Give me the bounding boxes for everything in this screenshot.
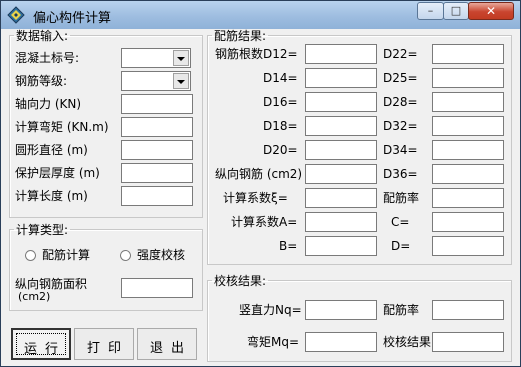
minimize-icon: –	[427, 4, 434, 17]
mq-label: 弯矩Mq=	[247, 335, 300, 349]
concrete-grade-select[interactable]	[121, 48, 191, 68]
diameter-label: 圆形直径 (m)	[15, 143, 88, 157]
steel-area-label: 纵向钢筋面积	[15, 277, 88, 291]
steel-grade-select[interactable]	[121, 71, 191, 91]
b-label: B=	[279, 239, 298, 253]
d16-label: D16=	[263, 95, 298, 109]
check-group-title: 校核结果:	[214, 274, 267, 288]
d22-label: D22=	[383, 47, 418, 61]
long-steel-output[interactable]	[305, 164, 377, 184]
concrete-grade-label: 混凝土标号:	[15, 51, 80, 65]
c-output[interactable]	[432, 212, 504, 232]
coef-xi-label: 计算系数ξ=	[223, 191, 288, 205]
ratio-label: 配筋率	[383, 191, 420, 205]
maximize-icon: □	[450, 4, 462, 17]
c-label: C=	[391, 215, 410, 229]
steel-grade-dropdown-button[interactable]	[173, 73, 189, 89]
strength-check-radio-label[interactable]: 强度校核	[137, 248, 185, 262]
check-result-label: 校核结果	[383, 335, 432, 349]
input-group-title: 数据输入:	[16, 29, 69, 43]
window-title: 偏心构件计算	[33, 11, 112, 26]
long-steel-label: 纵向钢筋 (cm2)	[215, 167, 303, 181]
run-button-label: 运行	[23, 342, 66, 357]
d16-output[interactable]	[305, 92, 377, 112]
d32-label: D32=	[383, 119, 418, 133]
d36-output[interactable]	[432, 164, 504, 184]
d14-output[interactable]	[305, 68, 377, 88]
coef-a-label: 计算系数A=	[231, 215, 298, 229]
moment-label: 计算弯矩 (KN.m)	[15, 120, 109, 134]
minimize-button[interactable]: –	[417, 2, 444, 20]
run-button[interactable]: 运行	[11, 328, 71, 360]
d12-label: 钢筋根数D12=	[215, 47, 298, 61]
ratio-output[interactable]	[432, 188, 504, 208]
length-label: 计算长度 (m)	[15, 189, 88, 203]
strength-check-radio[interactable]	[120, 250, 131, 261]
d-label: D=	[391, 239, 411, 253]
d14-label: D14=	[263, 71, 298, 85]
d18-output[interactable]	[305, 116, 377, 136]
print-button[interactable]: 打印	[74, 328, 134, 360]
close-button[interactable]: ✕	[468, 2, 514, 20]
check-ratio-output[interactable]	[432, 300, 504, 320]
coef-a-output[interactable]	[305, 212, 377, 232]
d25-output[interactable]	[432, 68, 504, 88]
d34-label: D34=	[383, 143, 418, 157]
d20-output[interactable]	[305, 140, 377, 160]
print-button-label: 打印	[86, 341, 129, 356]
check-ratio-label: 配筋率	[383, 303, 420, 317]
d28-output[interactable]	[432, 92, 504, 112]
check-result-output[interactable]	[432, 332, 504, 352]
result-group-title: 配筋结果:	[214, 29, 267, 43]
d36-label: D36=	[383, 167, 418, 181]
length-input[interactable]	[121, 186, 193, 206]
concrete-grade-dropdown-button[interactable]	[173, 50, 189, 66]
coef-xi-output[interactable]	[305, 188, 377, 208]
cover-label: 保护层厚度 (m)	[15, 166, 100, 180]
exit-button-label: 退出	[149, 341, 192, 356]
steel-area-input[interactable]	[121, 278, 193, 298]
chevron-down-icon	[177, 80, 185, 84]
d28-label: D28=	[383, 95, 418, 109]
chevron-down-icon	[177, 57, 185, 61]
d22-output[interactable]	[432, 44, 504, 64]
d12-output[interactable]	[305, 44, 377, 64]
steel-area-unit-label: (cm2)	[18, 290, 51, 303]
reinforcement-radio[interactable]	[25, 250, 36, 261]
exit-button[interactable]: 退出	[137, 328, 197, 360]
calc-type-group-title: 计算类型:	[16, 223, 69, 237]
nq-label: 竖直力Nq=	[239, 303, 302, 317]
cover-input[interactable]	[121, 163, 193, 183]
d18-label: D18=	[263, 119, 298, 133]
steel-grade-label: 钢筋等级:	[15, 74, 68, 88]
d34-output[interactable]	[432, 140, 504, 160]
d32-output[interactable]	[432, 116, 504, 136]
diameter-input[interactable]	[121, 140, 193, 160]
axial-force-label: 轴向力 (KN)	[15, 97, 82, 111]
title-bar[interactable]: 偏心构件计算 – □ ✕	[1, 1, 520, 29]
moment-input[interactable]	[121, 117, 193, 137]
b-output[interactable]	[305, 236, 377, 256]
d-output[interactable]	[432, 236, 504, 256]
reinforcement-radio-label[interactable]: 配筋计算	[42, 248, 90, 262]
maximize-button[interactable]: □	[443, 2, 469, 20]
client-area: 数据输入: 混凝土标号: 钢筋等级: 轴向力 (KN) 计算弯矩 (KN.m) …	[4, 27, 517, 363]
axial-force-input[interactable]	[121, 94, 193, 114]
d25-label: D25=	[383, 71, 418, 85]
app-icon	[7, 6, 25, 24]
close-icon: ✕	[485, 4, 497, 18]
nq-output[interactable]	[305, 300, 377, 320]
main-window: 偏心构件计算 – □ ✕ 数据输入: 混凝土标号: 钢筋等级: 轴向力 (KN)…	[0, 0, 521, 367]
d20-label: D20=	[263, 143, 298, 157]
mq-output[interactable]	[305, 332, 377, 352]
